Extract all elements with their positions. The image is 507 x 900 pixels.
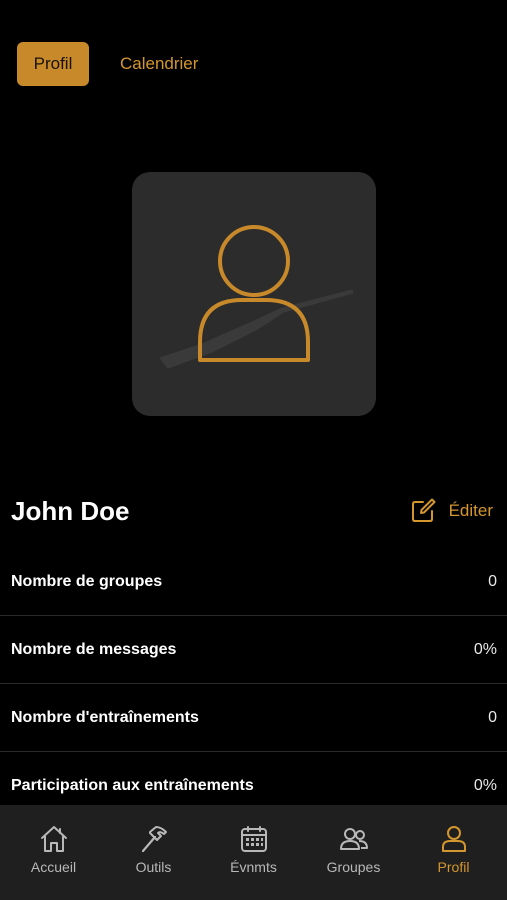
edit-label: Éditer: [448, 501, 493, 520]
person-icon: [441, 826, 466, 852]
stat-label: Nombre de messages: [11, 640, 177, 658]
nav-label: Accueil: [30, 859, 77, 875]
nav-item-groupes[interactable]: Groupes: [306, 805, 401, 900]
hammer-icon: [141, 826, 167, 853]
nav-item-accueil[interactable]: Accueil: [6, 805, 101, 900]
nav-item-profil[interactable]: Profil: [406, 805, 501, 900]
profile-header: John Doe Éditer: [11, 488, 495, 534]
user-name: John Doe: [11, 495, 130, 526]
nav-label: Évnmts: [230, 859, 277, 875]
edit-button[interactable]: Éditer: [410, 498, 493, 524]
stat-row-trainings: Nombre d'entraînements 0: [0, 684, 507, 752]
stat-label: Participation aux entraînements: [11, 777, 254, 794]
top-tab-bar: Profil Calendrier: [17, 42, 198, 86]
nav-label: Groupes: [326, 859, 381, 875]
nav-label: Profil: [437, 859, 470, 875]
stat-row-groups: Nombre de groupes 0: [0, 548, 507, 616]
stat-value: 0%: [473, 777, 497, 794]
nav-item-evenements[interactable]: Évnmts: [206, 805, 301, 900]
nav-label: Outils: [135, 859, 172, 875]
stat-value: 0: [488, 708, 497, 726]
nav-item-outils[interactable]: Outils: [106, 805, 201, 900]
stat-value: 0%: [473, 640, 497, 658]
tab-calendrier[interactable]: Calendrier: [120, 42, 198, 86]
stat-label: Nombre de groupes: [11, 572, 163, 590]
stats-list: Nombre de groupes 0 Nombre de messages 0…: [0, 548, 507, 820]
stat-label: Nombre d'entraînements: [11, 708, 199, 726]
home-icon: [40, 826, 67, 852]
groups-icon: [339, 828, 368, 850]
tab-profil[interactable]: Profil: [17, 42, 89, 86]
stat-value: 0: [488, 572, 497, 590]
calendar-icon: [240, 826, 267, 852]
user-silhouette-icon: [159, 225, 354, 369]
edit-icon: [411, 498, 436, 522]
stat-row-messages: Nombre de messages 0%: [0, 616, 507, 684]
avatar[interactable]: [132, 172, 376, 416]
bottom-tab-bar: Accueil Outils Évnmts Groupes Profil: [0, 805, 507, 900]
